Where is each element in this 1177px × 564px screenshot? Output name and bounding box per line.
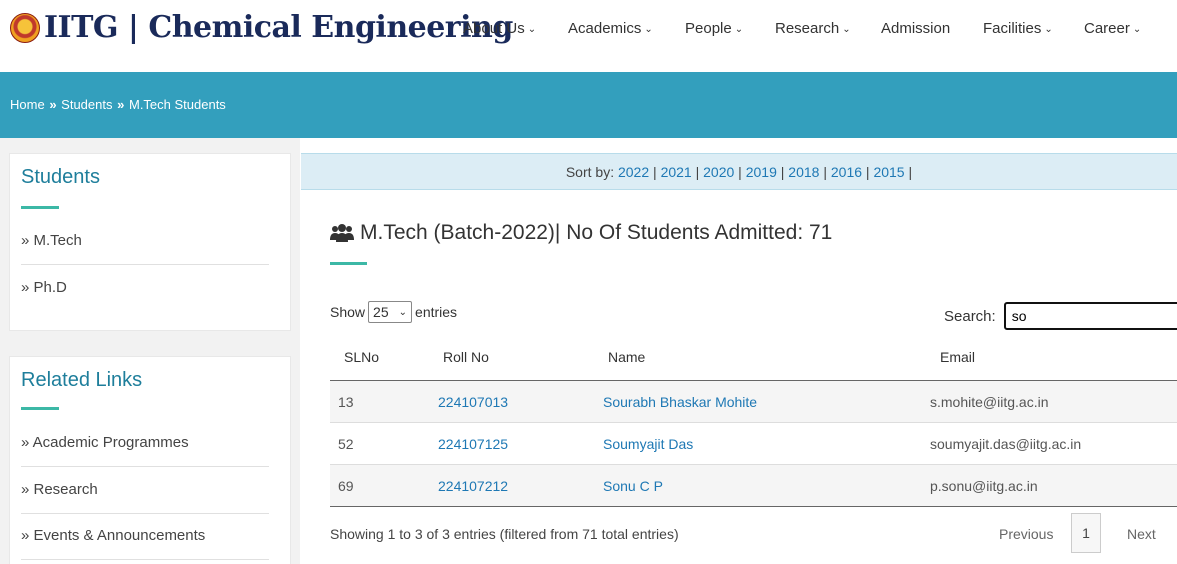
entries-select[interactable]: 25 ⌄	[368, 301, 413, 323]
nav-label: Academics	[568, 20, 642, 37]
cell-slno: 69	[338, 478, 354, 494]
sidebar-item-phd[interactable]: » Ph.D	[21, 279, 269, 309]
sidebar-title-accent	[21, 407, 59, 410]
sidebar-item-academic-programmes[interactable]: » Academic Programmes	[21, 434, 269, 467]
table-row: 13 224107013 Sourabh Bhaskar Mohite s.mo…	[330, 381, 1177, 423]
sidebar-item-research[interactable]: » Research	[21, 481, 269, 514]
nav-academics[interactable]: Academics ⌄	[568, 20, 653, 37]
nav-label: Admission	[881, 20, 951, 37]
table-row: 69 224107212 Sonu C P p.sonu@iitg.ac.in	[330, 465, 1177, 507]
column-header-slno[interactable]: SLNo	[344, 349, 379, 365]
page-heading: M.Tech (Batch-2022)| No Of Students Admi…	[330, 221, 832, 245]
nav-people[interactable]: People ⌄	[685, 20, 743, 37]
nav-label: People	[685, 20, 732, 37]
cell-name-link[interactable]: Soumyajit Das	[603, 436, 693, 452]
show-label: Show	[330, 304, 366, 320]
sort-year-2019[interactable]: 2019	[746, 164, 777, 180]
nav-admission[interactable]: Admission	[881, 20, 950, 37]
breadcrumb-separator: »	[49, 97, 57, 112]
site-header: IITG | Chemical Engineering About Us ⌄ Ac…	[0, 0, 1177, 72]
nav-label: Career	[1084, 20, 1130, 37]
sidebar-item-events[interactable]: » Events & Announcements	[21, 527, 269, 560]
chevron-down-icon: ⌄	[734, 24, 744, 35]
sort-bar: Sort by: 2022 | 2021 | 2020 | 2019 | 201…	[301, 153, 1177, 190]
chevron-down-icon: ⌄	[527, 24, 537, 35]
cell-email: soumyajit.das@iitg.ac.in	[930, 436, 1082, 452]
sidebar-title-accent	[21, 206, 59, 209]
chevron-down-icon: ⌄	[1044, 24, 1053, 35]
search-control: Search:	[944, 302, 1177, 330]
chevron-down-icon: ⌄	[644, 24, 653, 35]
cell-email: p.sonu@iitg.ac.in	[930, 478, 1038, 494]
cell-name-link[interactable]: Sonu C P	[603, 478, 663, 494]
cell-email: s.mohite@iitg.ac.in	[930, 394, 1049, 410]
sort-year-2015[interactable]: 2015	[873, 164, 904, 180]
nav-facilities[interactable]: Facilities ⌄	[983, 20, 1053, 37]
sort-year-2016[interactable]: 2016	[831, 164, 862, 180]
sort-year-2018[interactable]: 2018	[788, 164, 819, 180]
cell-slno: 13	[338, 394, 354, 410]
entries-control: Show 25 ⌄ entries	[330, 301, 457, 323]
entries-label: entries	[415, 304, 458, 320]
cell-roll-link[interactable]: 224107125	[438, 436, 508, 452]
nav-career[interactable]: Career ⌄	[1084, 20, 1141, 37]
cell-slno: 52	[338, 436, 354, 452]
nav-about-us[interactable]: About Us ⌄	[463, 20, 536, 37]
nav-research[interactable]: Research ⌄	[775, 20, 851, 37]
pagination-page-1[interactable]: 1	[1071, 513, 1101, 553]
breadcrumb: Home » Students » M.Tech Students	[10, 97, 226, 112]
breadcrumb-students[interactable]: Students	[61, 97, 112, 112]
nav-label: Research	[775, 20, 840, 37]
sort-year-2020[interactable]: 2020	[703, 164, 734, 180]
nav-label: Facilities	[983, 20, 1042, 37]
nav-label: About Us	[463, 20, 525, 37]
table-row: 52 224107125 Soumyajit Das soumyajit.das…	[330, 423, 1177, 465]
column-header-name[interactable]: Name	[608, 349, 645, 365]
heading-text: M.Tech (Batch-2022)| No Of Students Admi…	[360, 221, 833, 244]
table-info: Showing 1 to 3 of 3 entries (filtered fr…	[330, 526, 679, 542]
users-icon	[330, 223, 354, 243]
cell-roll-link[interactable]: 224107212	[438, 478, 508, 494]
chevron-down-icon: ⌄	[398, 306, 408, 318]
search-label: Search:	[944, 307, 996, 325]
breadcrumb-home[interactable]: Home	[10, 97, 45, 112]
pagination-next[interactable]: Next	[1127, 526, 1156, 542]
table-bottom-divider	[330, 506, 1177, 507]
cell-roll-link[interactable]: 224107013	[438, 394, 508, 410]
breadcrumb-separator: »	[117, 97, 125, 112]
column-header-roll-no[interactable]: Roll No	[443, 349, 489, 365]
chevron-down-icon: ⌄	[1132, 24, 1142, 35]
breadcrumb-current: M.Tech Students	[128, 97, 226, 112]
heading-accent	[330, 262, 367, 265]
pagination-previous[interactable]: Previous	[999, 526, 1053, 542]
cell-name-link[interactable]: Sourabh Bhaskar Mohite	[603, 394, 757, 410]
breadcrumb-bar: Home » Students » M.Tech Students	[0, 72, 1177, 138]
sort-label: Sort by:	[565, 164, 615, 180]
search-input[interactable]	[1003, 302, 1177, 330]
column-header-email[interactable]: Email	[940, 349, 975, 365]
sidebar-related-title: Related Links	[21, 369, 143, 391]
entries-value: 25	[373, 304, 389, 320]
sidebar-item-mtech[interactable]: » M.Tech	[21, 232, 269, 265]
sidebar-students-title: Students	[21, 166, 100, 188]
sort-year-2021[interactable]: 2021	[661, 164, 692, 180]
chevron-down-icon: ⌄	[842, 24, 851, 35]
main-nav: About Us ⌄ Academics ⌄ People ⌄ Research ⌄ A…	[0, 20, 1177, 44]
sort-year-2022[interactable]: 2022	[618, 164, 649, 180]
